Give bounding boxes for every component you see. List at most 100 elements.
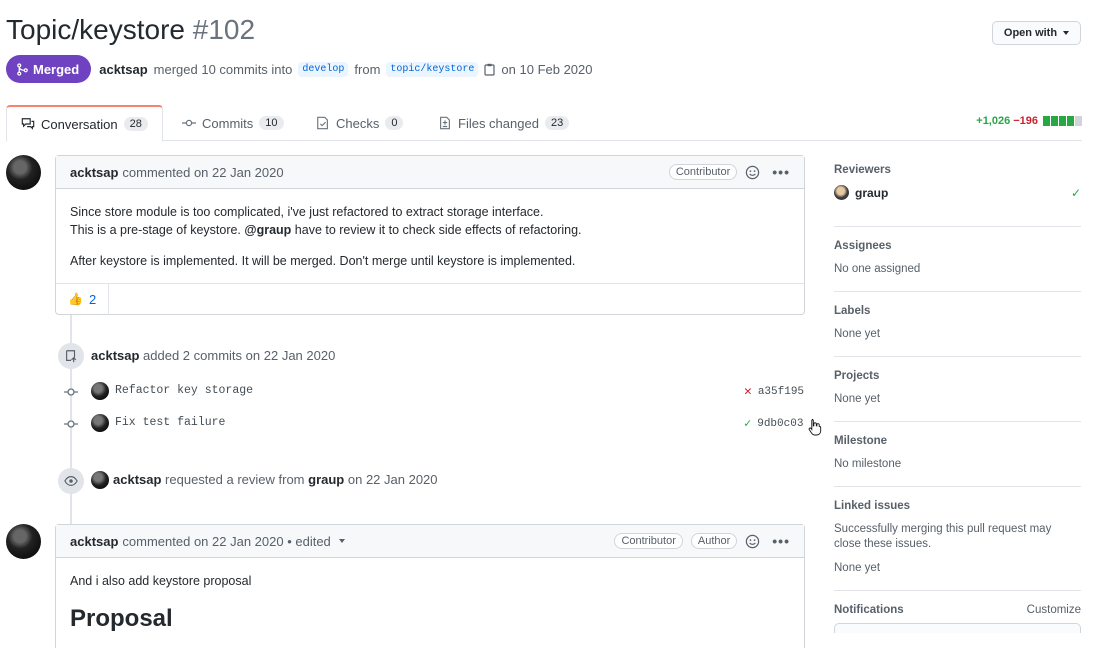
projects-section: Projects None yet xyxy=(834,370,1081,422)
reviewers-title[interactable]: Reviewers xyxy=(834,164,1081,176)
event-author[interactable]: acktsap xyxy=(113,472,161,487)
comment-header: acktsap commented on 22 Jan 2020 Contrib… xyxy=(56,156,804,189)
head-branch-label[interactable]: topic/keystore xyxy=(386,61,479,77)
tab-commits[interactable]: Commits 10 xyxy=(182,105,284,141)
linked-issues-section: Linked issues Successfully merging this … xyxy=(834,500,1081,591)
diffstat-additions: +1,026 xyxy=(976,115,1011,127)
labels-value: None yet xyxy=(834,328,881,340)
pr-sidebar: Reviewers graup ✓ Assignees No one assig… xyxy=(834,160,1081,633)
diffstat-block xyxy=(1059,116,1066,126)
kebab-menu-icon[interactable]: ••• xyxy=(772,164,790,180)
smiley-icon[interactable] xyxy=(745,534,760,549)
tab-conversation-label: Conversation xyxy=(41,116,118,132)
file-diff-icon xyxy=(440,116,450,130)
reviewers-section: Reviewers graup ✓ xyxy=(834,164,1081,227)
diffstat-blocks xyxy=(1043,116,1082,126)
failure-x-icon[interactable]: ✕ xyxy=(744,384,752,399)
milestone-title[interactable]: Milestone xyxy=(834,435,1081,447)
labels-section: Labels None yet xyxy=(834,305,1081,357)
subscribe-button[interactable] xyxy=(834,623,1081,633)
diffstat-block xyxy=(1067,116,1074,126)
reaction-row: 👍 2 xyxy=(56,283,804,315)
assignees-section: Assignees No one assigned xyxy=(834,240,1081,292)
avatar xyxy=(834,185,849,200)
smiley-icon[interactable] xyxy=(745,165,760,180)
tab-files-label: Files changed xyxy=(458,115,539,131)
commit-message[interactable]: Refactor key storage xyxy=(115,384,253,397)
comment-header: acktsap commented on 22 Jan 2020 • edite… xyxy=(56,525,804,558)
caret-down-icon xyxy=(1063,31,1070,35)
assignees-value: No one assigned xyxy=(834,263,921,275)
event-author[interactable]: acktsap xyxy=(91,348,139,363)
pr-tabs: Conversation 28 Commits 10 Checks 0 File… xyxy=(6,105,1082,142)
event-date[interactable]: on 22 Jan 2020 xyxy=(348,472,438,487)
avatar[interactable] xyxy=(91,414,109,432)
tab-checks-label: Checks xyxy=(336,115,380,131)
clipboard-icon[interactable] xyxy=(484,63,496,76)
comment-author[interactable]: acktsap xyxy=(70,534,118,549)
commit-sha[interactable]: a35f195 xyxy=(758,386,804,398)
eye-icon xyxy=(58,468,84,494)
open-with-button[interactable]: Open with xyxy=(992,21,1081,45)
tab-files-count: 23 xyxy=(544,116,570,130)
repo-push-icon xyxy=(58,343,84,369)
from-text: from xyxy=(354,61,381,77)
avatar[interactable] xyxy=(6,155,41,190)
pr-title: Topic/keystore #102 xyxy=(6,14,255,46)
comment-line-3: After keystore is implemented. It will b… xyxy=(70,254,576,268)
pr-title-text: Topic/keystore xyxy=(6,14,185,45)
thumbs-up-icon: 👍 xyxy=(68,292,83,306)
caret-down-icon[interactable] xyxy=(338,539,345,543)
projects-title[interactable]: Projects xyxy=(834,370,1081,382)
checklist-icon xyxy=(317,116,328,130)
diffstat-deletions: −196 xyxy=(1013,115,1038,127)
thumbs-up-reaction[interactable]: 👍 2 xyxy=(56,283,110,315)
linked-issues-desc: Successfully merging this pull request m… xyxy=(834,523,1052,550)
comment-discussion-icon xyxy=(21,118,35,130)
tab-conversation[interactable]: Conversation 28 xyxy=(6,105,163,142)
projects-value: None yet xyxy=(834,393,881,405)
avatar[interactable] xyxy=(91,471,109,489)
mention-link[interactable]: @graup xyxy=(244,223,291,237)
reviewer-name: graup xyxy=(855,185,889,200)
reaction-count: 2 xyxy=(88,291,97,307)
commit-sha[interactable]: 9db0c03 xyxy=(757,418,803,430)
contributor-badge: Contributor xyxy=(668,164,738,180)
comment-author[interactable]: acktsap xyxy=(70,165,118,180)
reviewer-item[interactable]: graup ✓ xyxy=(834,185,1081,200)
linked-issues-title[interactable]: Linked issues xyxy=(834,500,1081,512)
tab-checks[interactable]: Checks 0 xyxy=(316,105,404,141)
proposal-heading: Proposal xyxy=(70,605,173,632)
approved-check-icon: ✓ xyxy=(1070,185,1081,200)
labels-title[interactable]: Labels xyxy=(834,305,1081,317)
open-with-label: Open with xyxy=(1003,27,1058,39)
merged-label: Merged xyxy=(33,61,80,77)
base-branch-label[interactable]: develop xyxy=(298,61,349,77)
avatar[interactable] xyxy=(91,382,109,400)
pr-state-row: Merged acktsap merged 10 commits into de… xyxy=(6,55,593,83)
review-request-event: acktsap requested a review from graup on… xyxy=(113,472,438,487)
comment-meta[interactable]: commented on 22 Jan 2020 xyxy=(122,165,283,180)
comment-meta[interactable]: commented on 22 Jan 2020 • edited xyxy=(122,534,330,549)
success-check-icon[interactable]: ✓ xyxy=(744,416,751,431)
git-commit-icon xyxy=(64,420,78,428)
linked-issues-value: None yet xyxy=(834,562,881,574)
commit-message[interactable]: Fix test failure xyxy=(115,416,225,429)
comment-box: acktsap commented on 22 Jan 2020 Contrib… xyxy=(55,155,805,315)
diffstat[interactable]: +1,026 −196 xyxy=(976,115,1082,127)
pr-author-link[interactable]: acktsap xyxy=(99,62,147,77)
author-badge: Author xyxy=(690,533,738,549)
comment-body: Since store module is too complicated, i… xyxy=(56,189,804,270)
event-reviewer[interactable]: graup xyxy=(308,472,344,487)
tab-files-changed[interactable]: Files changed 23 xyxy=(438,105,570,141)
git-merge-icon xyxy=(17,62,28,76)
event-date[interactable]: on 22 Jan 2020 xyxy=(246,348,336,363)
git-commit-icon xyxy=(182,119,196,127)
kebab-menu-icon[interactable]: ••• xyxy=(772,533,790,549)
customize-link[interactable]: Customize xyxy=(1027,604,1081,616)
avatar[interactable] xyxy=(6,524,41,559)
assignees-title[interactable]: Assignees xyxy=(834,240,1081,252)
milestone-value: No milestone xyxy=(834,458,902,470)
contributor-badge: Contributor xyxy=(614,533,683,549)
commit-sha-row: ✓ 9db0c03 xyxy=(744,416,803,431)
